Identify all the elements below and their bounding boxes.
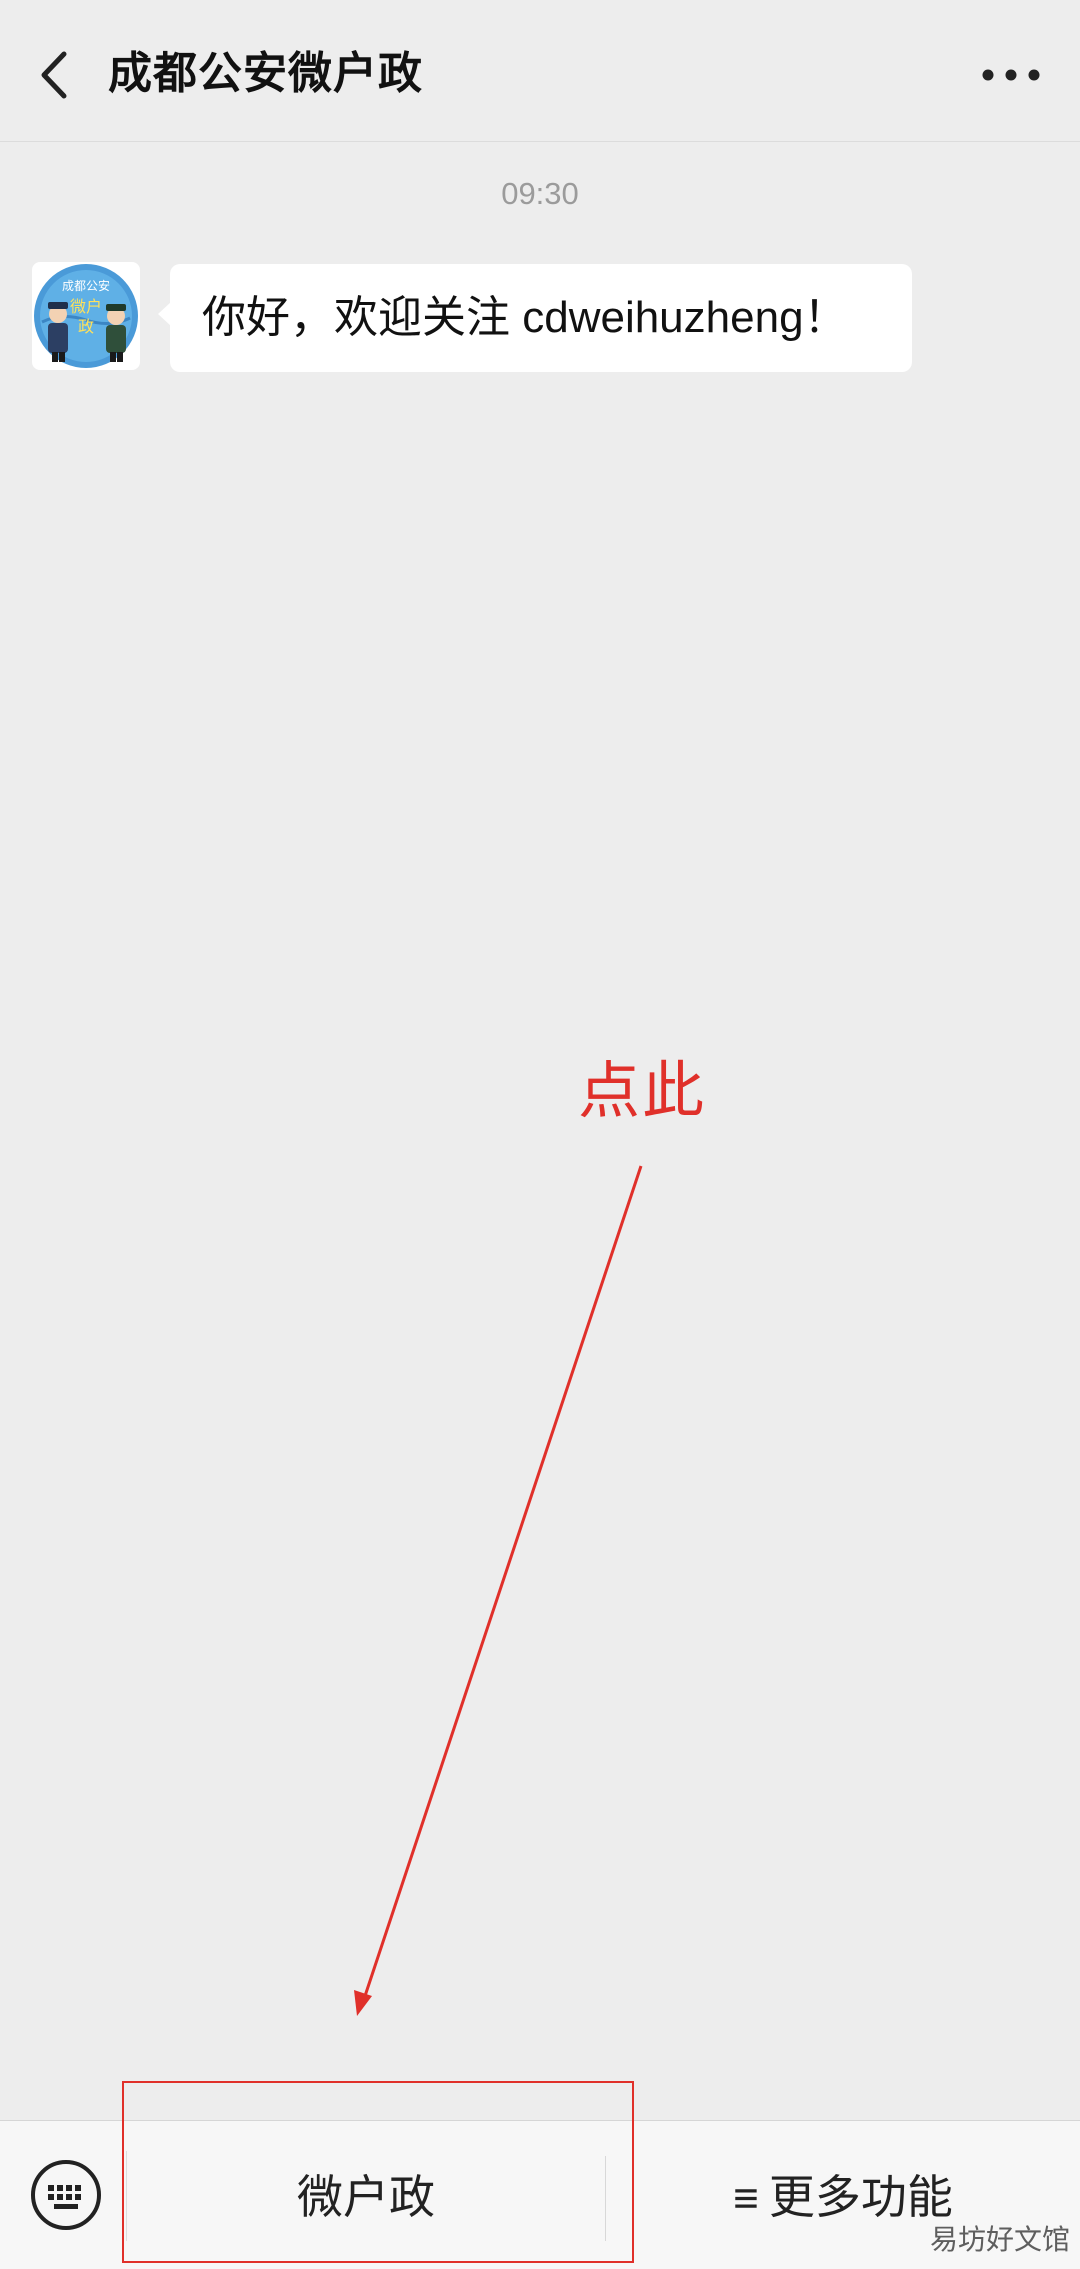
avatar[interactable]: 成都公安 微户 政 bbox=[32, 262, 140, 370]
chat-screen: 成都公安微户政 09:30 成都公安 微户 政 你好，欢迎关注 cdweihuz… bbox=[0, 0, 1080, 2269]
svg-text:成都公安: 成都公安 bbox=[62, 278, 110, 293]
more-horizontal-icon bbox=[982, 69, 1040, 81]
svg-text:微户: 微户 bbox=[70, 297, 102, 316]
message-text: 你好，欢迎关注 cdweihuzheng！ bbox=[202, 293, 848, 342]
keyboard-toggle-button[interactable] bbox=[30, 2159, 102, 2231]
more-button[interactable] bbox=[976, 50, 1046, 100]
menu-item-weihuzheng[interactable]: 微户政 bbox=[127, 2121, 605, 2269]
watermark: 易坊好文馆 bbox=[930, 2224, 1071, 2255]
message-timestamp: 09:30 bbox=[501, 176, 579, 211]
menu-list-icon: ≡ bbox=[733, 2174, 759, 2223]
bubble-tail bbox=[158, 302, 171, 326]
page-title: 成都公安微户政 bbox=[108, 49, 423, 98]
bottom-menu-bar: 微户政 ≡ 更多功能 bbox=[0, 2120, 1080, 2269]
keyboard-icon bbox=[31, 2160, 101, 2230]
chevron-left-icon bbox=[41, 51, 67, 99]
menu-item-label: 微户政 bbox=[297, 2171, 435, 2223]
top-nav-bar: 成都公安微户政 bbox=[0, 0, 1080, 142]
menu-item-label: 更多功能 bbox=[768, 2171, 953, 2223]
message-bubble[interactable]: 你好，欢迎关注 cdweihuzheng！ bbox=[158, 264, 912, 372]
back-button[interactable] bbox=[28, 40, 88, 110]
police-avatar-image: 成都公安 微户 政 bbox=[34, 264, 138, 368]
svg-text:政: 政 bbox=[78, 317, 94, 336]
annotation-label: 点此 bbox=[578, 1057, 707, 1126]
